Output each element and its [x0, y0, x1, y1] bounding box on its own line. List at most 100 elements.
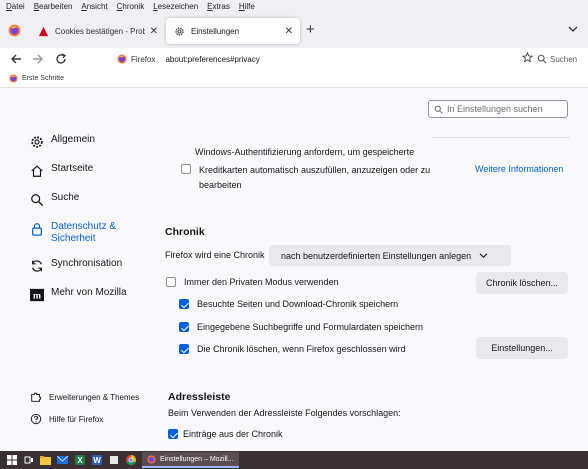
new-tab-button[interactable]: +	[306, 21, 315, 38]
firefox-logo-icon	[147, 454, 156, 464]
mail-icon[interactable]	[57, 455, 68, 466]
autofill-cc-label: Kreditkarten automatisch auszufüllen, an…	[199, 165, 431, 190]
taskbar: X W Einstellungen – Mozill...	[0, 451, 588, 469]
sidebar-item-label: Erweiterungen & Themes	[49, 392, 140, 402]
history-mode-select[interactable]: nach benutzerdefinierten Einstellungen a…	[269, 245, 511, 266]
menu-datei[interactable]: Datei	[6, 2, 25, 11]
firefox-view-button[interactable]	[5, 21, 23, 39]
search-icon	[434, 105, 443, 114]
sidebar-item-privacy[interactable]: Datenschutz & Sicherheit	[30, 221, 155, 258]
preferences-sidebar: Allgemein Startseite Suche Datenschutz &…	[30, 134, 155, 316]
gear-icon	[173, 25, 185, 37]
clear-history-button[interactable]: Chronik löschen...	[476, 272, 568, 294]
sidebar-item-label: Mehr von Mozilla	[51, 287, 127, 298]
windows-start-icon[interactable]	[6, 455, 17, 466]
addressbar-heading: Adressleiste	[168, 391, 231, 403]
search-icon	[537, 54, 547, 64]
sync-icon	[30, 259, 44, 273]
sidebar-item-extensions[interactable]: Erweiterungen & Themes	[30, 386, 160, 408]
menu-extras[interactable]: Extras	[207, 2, 230, 11]
history-heading: Chronik	[165, 226, 205, 238]
sidebar-item-label: Datenschutz & Sicherheit	[51, 221, 117, 244]
sidebar-item-label: Startseite	[51, 163, 94, 174]
firefox-logo-icon	[8, 24, 20, 36]
bookmark-erste-schritte[interactable]: Erste Schritte	[22, 75, 64, 82]
forward-arrow-icon	[33, 54, 43, 64]
sidebar-item-sync[interactable]: Synchronisation	[30, 258, 155, 287]
svg-text:m: m	[33, 291, 41, 302]
private-mode-row: Immer den Privaten Modus verwenden	[166, 277, 339, 287]
autofill-cc-row: Kreditkarten automatisch auszufüllen, an…	[181, 163, 439, 193]
sidebar-item-general[interactable]: Allgemein	[30, 134, 155, 163]
history-mode-label: Firefox wird eine Chronik	[165, 250, 265, 260]
url-bar[interactable]: Firefox about:preferences#privacy	[113, 48, 534, 70]
menu-chronik[interactable]: Chronik	[117, 2, 145, 11]
back-arrow-icon	[11, 54, 21, 64]
taskbar-task-label: Einstellungen – Mozill...	[160, 455, 234, 463]
back-button[interactable]	[8, 51, 24, 67]
close-tab-icon[interactable]: ✕	[150, 26, 158, 37]
preferences-search-input[interactable]: In Einstellungen suchen	[428, 100, 568, 118]
tab-title: Einstellungen	[191, 26, 240, 36]
history-entries-checkbox[interactable]	[168, 429, 178, 439]
remember-search-checkbox[interactable]	[179, 322, 189, 332]
remember-browsing-checkbox[interactable]	[179, 299, 189, 309]
sidebar-item-label: Hilfe für Firefox	[49, 414, 104, 424]
firefox-logo-icon	[9, 74, 18, 83]
identity-box[interactable]: Firefox	[113, 54, 159, 64]
task-view-icon[interactable]	[23, 455, 34, 466]
svg-text:W: W	[93, 456, 101, 465]
sidebar-item-help[interactable]: Hilfe für Firefox	[30, 408, 160, 430]
taskbar-firefox-task[interactable]: Einstellungen – Mozill...	[142, 452, 239, 468]
remember-search-label: Eingegebene Suchbegriffe und Formulardat…	[197, 322, 423, 332]
close-tab-icon[interactable]: ✕	[285, 26, 293, 37]
files-icon[interactable]	[108, 455, 119, 466]
clear-on-close-label: Die Chronik löschen, wenn Firefox geschl…	[197, 344, 406, 354]
history-entries-label: Einträge aus der Chronik	[183, 429, 283, 439]
tab-cookies[interactable]: Cookies bestätigen - Probleme auf ✕	[30, 18, 165, 44]
file-explorer-icon[interactable]	[40, 455, 51, 466]
sidebar-item-label: Synchronisation	[51, 258, 123, 269]
identity-label: Firefox	[131, 54, 156, 64]
tab-bar: Cookies bestätigen - Probleme auf ✕ Eins…	[0, 13, 588, 48]
bookmark-star-icon[interactable]	[521, 51, 534, 65]
private-mode-label: Immer den Privaten Modus verwenden	[184, 277, 339, 287]
help-icon	[30, 413, 42, 425]
mozilla-logo-icon: m	[30, 288, 44, 302]
word-icon[interactable]: W	[91, 455, 102, 466]
gear-icon	[30, 135, 44, 149]
firefox-logo-icon	[117, 54, 127, 64]
private-mode-checkbox[interactable]	[166, 277, 176, 287]
tab-einstellungen[interactable]: Einstellungen ✕	[166, 18, 300, 44]
addressbar-subtitle: Beim Verwenden der Adressleiste Folgende…	[168, 408, 401, 418]
more-info-link[interactable]: Weitere Informationen	[475, 164, 563, 174]
sidebar-footer: Erweiterungen & Themes Hilfe für Firefox	[30, 386, 160, 430]
reload-button[interactable]	[53, 51, 69, 67]
menu-bearbeiten[interactable]: Bearbeiten	[34, 2, 73, 11]
svg-text:X: X	[77, 456, 83, 465]
tab-list-chevron-icon[interactable]	[568, 24, 578, 36]
clear-on-close-checkbox[interactable]	[179, 344, 189, 354]
reload-icon	[56, 53, 67, 64]
clear-on-close-row: Die Chronik löschen, wenn Firefox geschl…	[179, 344, 406, 354]
autofill-cc-checkbox[interactable]	[181, 164, 191, 174]
history-settings-button[interactable]: Einstellungen...	[476, 337, 568, 359]
sidebar-item-home[interactable]: Startseite	[30, 163, 155, 192]
menu-lesezeichen[interactable]: Lesezeichen	[153, 2, 198, 11]
search-label: Suchen	[550, 54, 578, 64]
search-icon	[30, 193, 44, 207]
site-favicon-icon	[37, 25, 49, 37]
sidebar-item-more-mozilla[interactable]: m Mehr von Mozilla	[30, 287, 155, 316]
menu-hilfe[interactable]: Hilfe	[239, 2, 255, 11]
sidebar-item-search[interactable]: Suche	[30, 192, 155, 221]
sidebar-item-label: Suche	[51, 192, 80, 203]
menu-ansicht[interactable]: Ansicht	[81, 2, 107, 11]
excel-icon[interactable]: X	[74, 455, 85, 466]
forward-button[interactable]	[30, 51, 46, 67]
section-divider	[432, 137, 570, 138]
history-mode-value: nach benutzerdefinierten Einstellungen a…	[281, 250, 472, 261]
url-text[interactable]: about:preferences#privacy	[165, 55, 259, 64]
search-box[interactable]: Suchen	[537, 50, 588, 68]
home-icon	[30, 164, 44, 178]
chrome-icon[interactable]	[125, 455, 136, 466]
